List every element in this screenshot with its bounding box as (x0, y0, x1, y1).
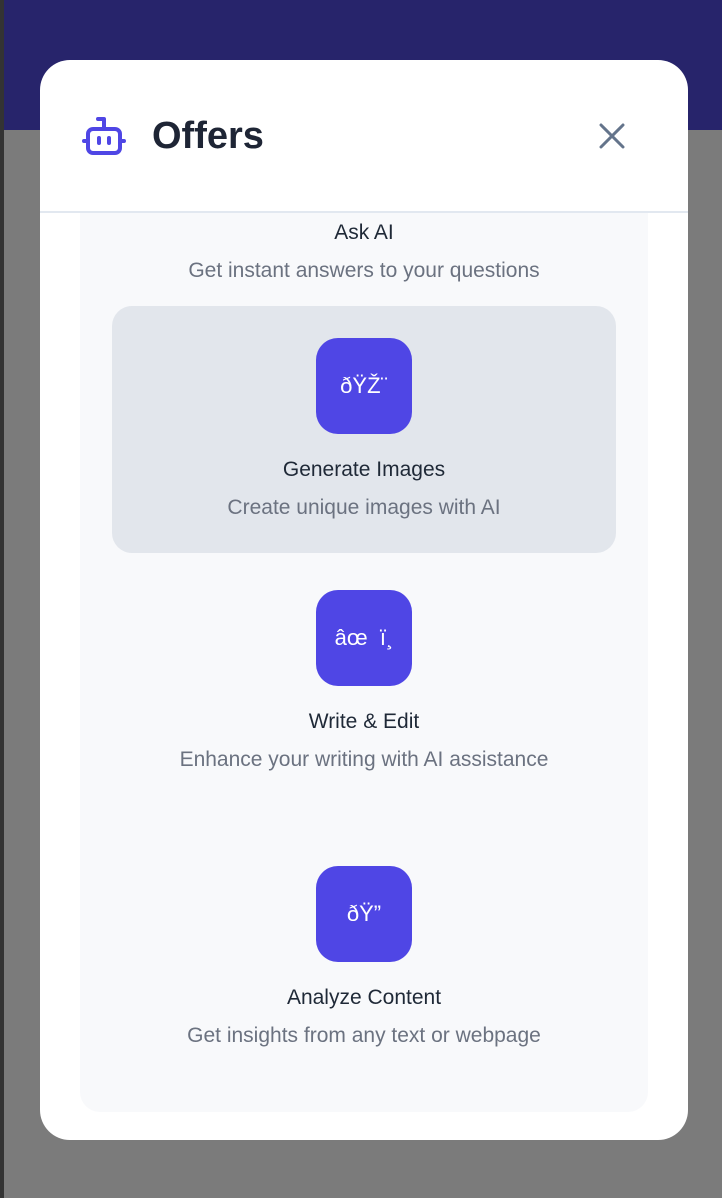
offer-desc: Get insights from any text or webpage (187, 1024, 541, 1047)
magnifier-icon: ðŸ” (316, 866, 412, 962)
offer-desc: Get instant answers to your questions (188, 259, 540, 282)
offer-title: Write & Edit (308, 710, 420, 733)
offers-list[interactable]: Ask AI Get instant answers to your quest… (80, 213, 648, 1112)
offer-analyze-content[interactable]: ðŸ” Analyze Content Get insights from an… (112, 866, 616, 1086)
offer-generate-images[interactable]: ðŸŽ¨ Generate Images Create unique image… (112, 306, 616, 553)
offer-desc: Enhance your writing with AI assistance (179, 748, 549, 771)
offer-desc: Create unique images with AI (227, 496, 501, 519)
offer-ask-ai[interactable]: Ask AI Get instant answers to your quest… (112, 213, 616, 321)
modal-title: Offers (152, 115, 264, 157)
modal-header: Offers (40, 60, 688, 213)
offer-write-edit[interactable]: âœ ï¸ Write & Edit Enhance your writing … (112, 590, 616, 830)
close-icon[interactable] (596, 120, 628, 152)
robot-icon (82, 117, 126, 155)
offer-title: Generate Images (282, 458, 446, 481)
pencil-icon: âœ ï¸ (316, 590, 412, 686)
background-edge (0, 0, 4, 1198)
offer-title: Analyze Content (286, 986, 442, 1009)
palette-icon: ðŸŽ¨ (316, 338, 412, 434)
offer-title: Ask AI (334, 221, 394, 244)
offers-modal: Offers Ask AI Get instant answers to you… (40, 60, 688, 1140)
